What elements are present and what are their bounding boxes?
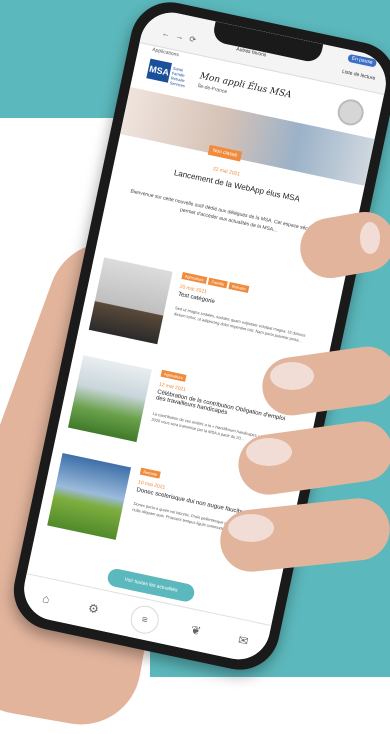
- fingernail: [270, 362, 314, 390]
- card-tags: Agriculture: [160, 369, 187, 382]
- mail-icon[interactable]: ✉: [232, 632, 254, 650]
- msa-logo[interactable]: MSA: [146, 58, 173, 83]
- logo-tagline: Santé Famille Retraite Services: [169, 65, 186, 89]
- fingernail: [246, 438, 292, 466]
- forward-icon[interactable]: →: [175, 31, 185, 41]
- tag[interactable]: Agriculture: [181, 271, 208, 285]
- tractor-icon[interactable]: ⚙: [82, 600, 104, 618]
- fingernail: [228, 514, 274, 542]
- agriculture-icon[interactable]: ❦: [185, 622, 207, 640]
- card-image: [67, 355, 152, 443]
- bookmark-reading-list[interactable]: Liste de lecture: [341, 69, 375, 82]
- menu-icon[interactable]: ≡: [128, 603, 162, 637]
- fingernail: [360, 222, 380, 254]
- reload-icon[interactable]: ⟳: [189, 34, 197, 44]
- avatar[interactable]: [335, 96, 367, 128]
- browser-nav: ← → ⟳: [161, 29, 197, 45]
- hero-date: 22 mai 2021: [212, 166, 241, 178]
- tag[interactable]: Agriculture: [160, 369, 187, 382]
- card-tags: Retraite: [139, 467, 161, 479]
- tag[interactable]: Retraite: [139, 467, 161, 479]
- tag[interactable]: Famille: [207, 277, 228, 289]
- card-image: [88, 257, 173, 345]
- tag[interactable]: Retraite: [228, 281, 250, 293]
- home-icon[interactable]: ⌂: [35, 590, 57, 608]
- back-icon[interactable]: ←: [161, 29, 171, 39]
- pause-button[interactable]: En pause: [347, 53, 378, 68]
- card-image: [47, 452, 132, 540]
